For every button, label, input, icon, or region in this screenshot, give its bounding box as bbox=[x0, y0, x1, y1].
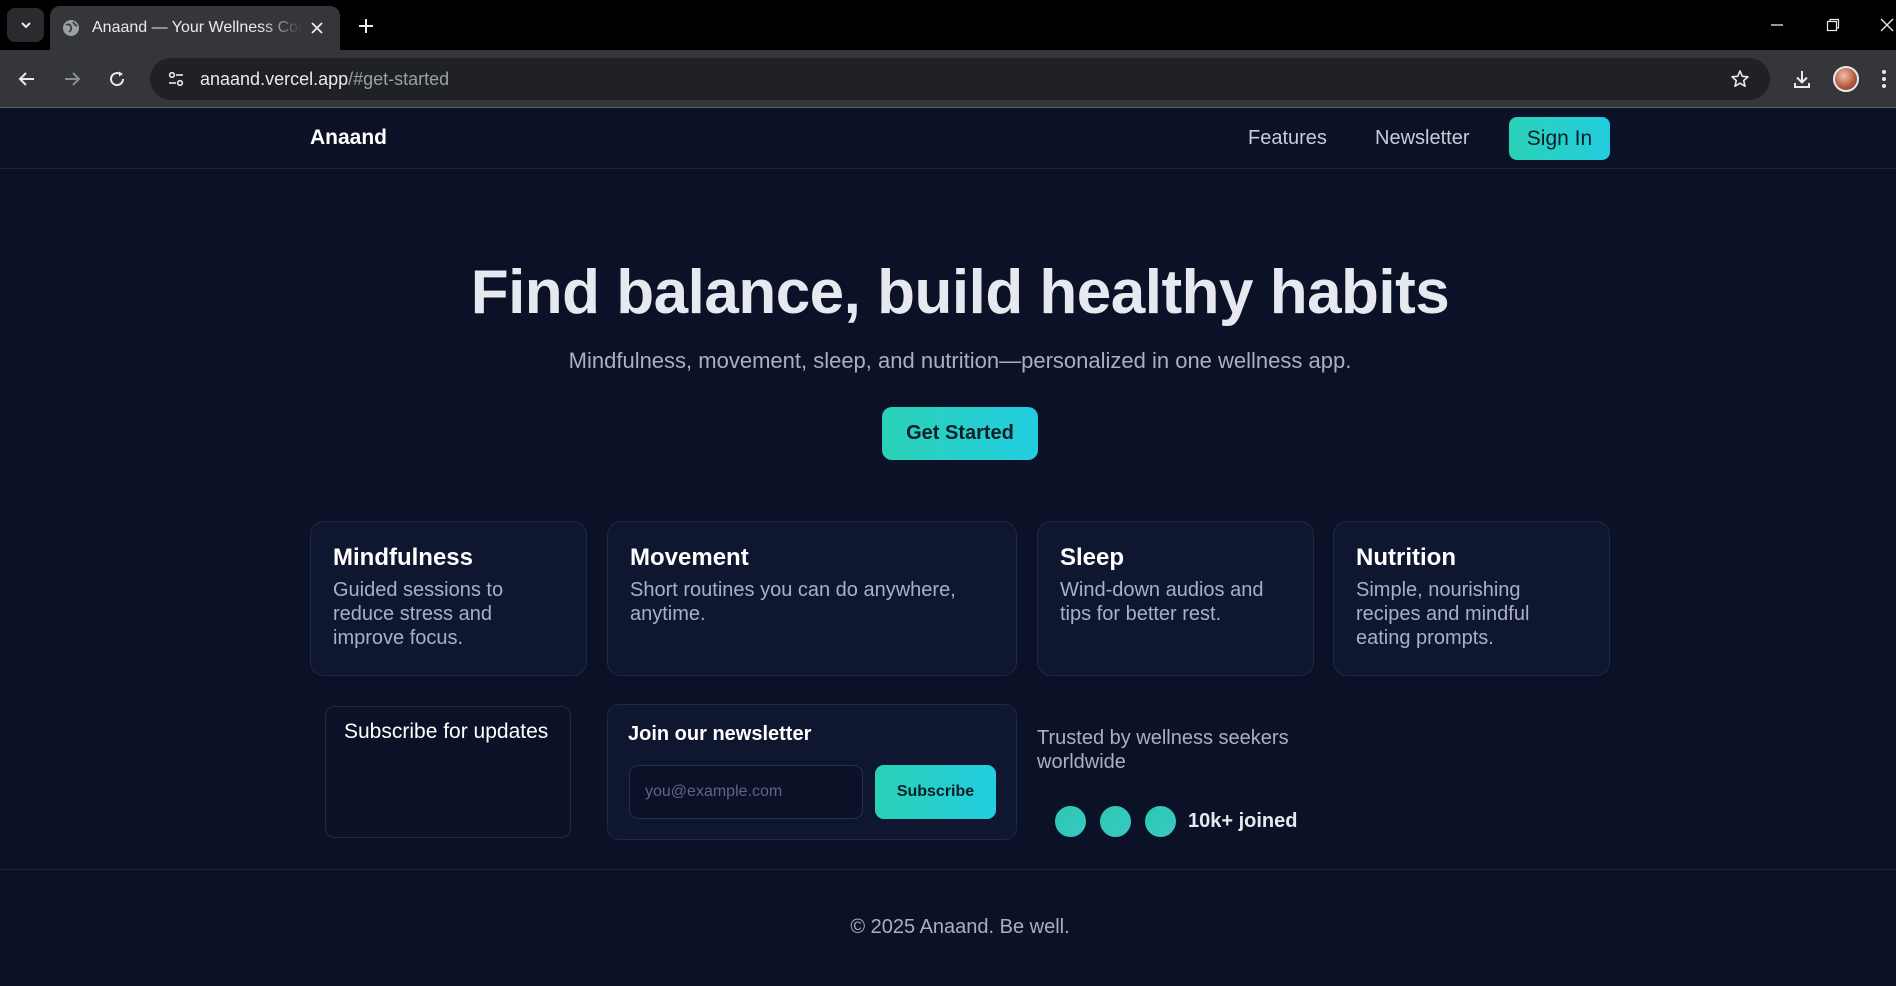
page: Anaand Features Newsletter Sign In Find … bbox=[0, 109, 1896, 986]
feature-title: Nutrition bbox=[1356, 544, 1456, 571]
subscribe-updates-box: Subscribe for updates bbox=[325, 706, 571, 838]
menu-button[interactable] bbox=[1874, 62, 1894, 96]
feature-card-nutrition: Nutrition Simple, nourishing recipes and… bbox=[1333, 521, 1610, 676]
member-avatar bbox=[1053, 804, 1088, 839]
site-header: Anaand Features Newsletter Sign In bbox=[0, 109, 1896, 169]
arrow-right-icon bbox=[65, 72, 81, 86]
bookmark-star-icon[interactable] bbox=[1726, 65, 1754, 93]
feature-card-movement: Movement Short routines you can do anywh… bbox=[607, 521, 1017, 676]
more-vert-icon bbox=[1882, 70, 1886, 88]
tab-search-button[interactable] bbox=[7, 8, 44, 42]
newsletter-title: Join our newsletter bbox=[628, 723, 812, 745]
minimize-icon bbox=[1771, 24, 1783, 26]
avatar bbox=[1833, 66, 1859, 92]
feature-title: Mindfulness bbox=[333, 544, 474, 571]
newsletter-form: Join our newsletter Subscribe bbox=[607, 704, 1017, 840]
site-footer: © 2025 Anaand. Be well. bbox=[0, 869, 1896, 986]
new-tab-button[interactable] bbox=[352, 12, 380, 40]
brand-logo[interactable]: Anaand bbox=[310, 126, 387, 150]
nav-features-link[interactable]: Features bbox=[1248, 127, 1327, 150]
joined-count: 10k+ joined bbox=[1188, 810, 1298, 832]
minimize-button[interactable] bbox=[1762, 10, 1792, 40]
restore-icon bbox=[1826, 18, 1840, 32]
feature-title: Sleep bbox=[1060, 544, 1125, 571]
subscribe-button[interactable]: Subscribe bbox=[875, 765, 996, 819]
feature-card-sleep: Sleep Wind-down audios and tips for bett… bbox=[1037, 521, 1314, 676]
arrow-left-icon bbox=[18, 72, 34, 86]
plus-icon bbox=[359, 19, 373, 33]
trust-text: Trusted by wellness seekers worldwide bbox=[1037, 727, 1289, 773]
forward-button[interactable] bbox=[55, 62, 89, 96]
member-avatars: 10k+ joined bbox=[1053, 804, 1298, 839]
profile-button[interactable] bbox=[1829, 62, 1863, 96]
nav-newsletter-link[interactable]: Newsletter bbox=[1375, 127, 1469, 150]
feature-card-mindfulness: Mindfulness Guided sessions to reduce st… bbox=[310, 521, 587, 676]
feature-text: Simple, nourishing recipes and mindful e… bbox=[1356, 579, 1530, 649]
hero-subtitle: Mindfulness, movement, sleep, and nutrit… bbox=[568, 348, 1352, 373]
back-button[interactable] bbox=[10, 62, 44, 96]
site-info-icon[interactable] bbox=[162, 65, 190, 93]
browser-tab-active[interactable]: Anaand — Your Wellness Companion bbox=[50, 6, 340, 50]
chevron-down-icon bbox=[20, 22, 31, 29]
close-icon bbox=[1880, 18, 1894, 32]
address-bar[interactable]: anaand.vercel.app/#get-started bbox=[150, 58, 1770, 100]
restore-button[interactable] bbox=[1818, 10, 1848, 40]
globe-icon bbox=[62, 19, 80, 37]
hero-title: Find balance, build healthy habits bbox=[470, 258, 1450, 327]
email-field[interactable] bbox=[629, 765, 863, 819]
browser-tab-bar: Anaand — Your Wellness Companion bbox=[0, 0, 1896, 50]
member-avatar bbox=[1098, 804, 1133, 839]
browser-toolbar: anaand.vercel.app/#get-started bbox=[0, 50, 1896, 108]
sign-in-button[interactable]: Sign In bbox=[1509, 117, 1610, 160]
get-started-button[interactable]: Get Started bbox=[882, 407, 1038, 460]
url-text: anaand.vercel.app/#get-started bbox=[200, 69, 449, 90]
subscribe-updates-title: Subscribe for updates bbox=[344, 720, 549, 743]
reload-icon bbox=[110, 71, 125, 87]
close-window-button[interactable] bbox=[1872, 10, 1896, 40]
feature-text: Guided sessions to reduce stress and imp… bbox=[333, 579, 504, 649]
url-host: anaand.vercel.app bbox=[200, 68, 349, 89]
download-icon bbox=[1794, 71, 1810, 88]
member-avatar bbox=[1143, 804, 1178, 839]
tab-title: Anaand — Your Wellness Companion bbox=[92, 19, 302, 36]
url-path: /#get-started bbox=[348, 68, 450, 89]
feature-text: Wind-down audios and tips for better res… bbox=[1060, 579, 1264, 625]
close-tab-icon[interactable] bbox=[306, 17, 328, 39]
feature-text: Short routines you can do anywhere, anyt… bbox=[630, 579, 956, 625]
reload-button[interactable] bbox=[100, 62, 134, 96]
downloads-button[interactable] bbox=[1785, 62, 1819, 96]
copyright-text: © 2025 Anaand. Be well. bbox=[850, 916, 1070, 938]
feature-title: Movement bbox=[630, 544, 749, 571]
